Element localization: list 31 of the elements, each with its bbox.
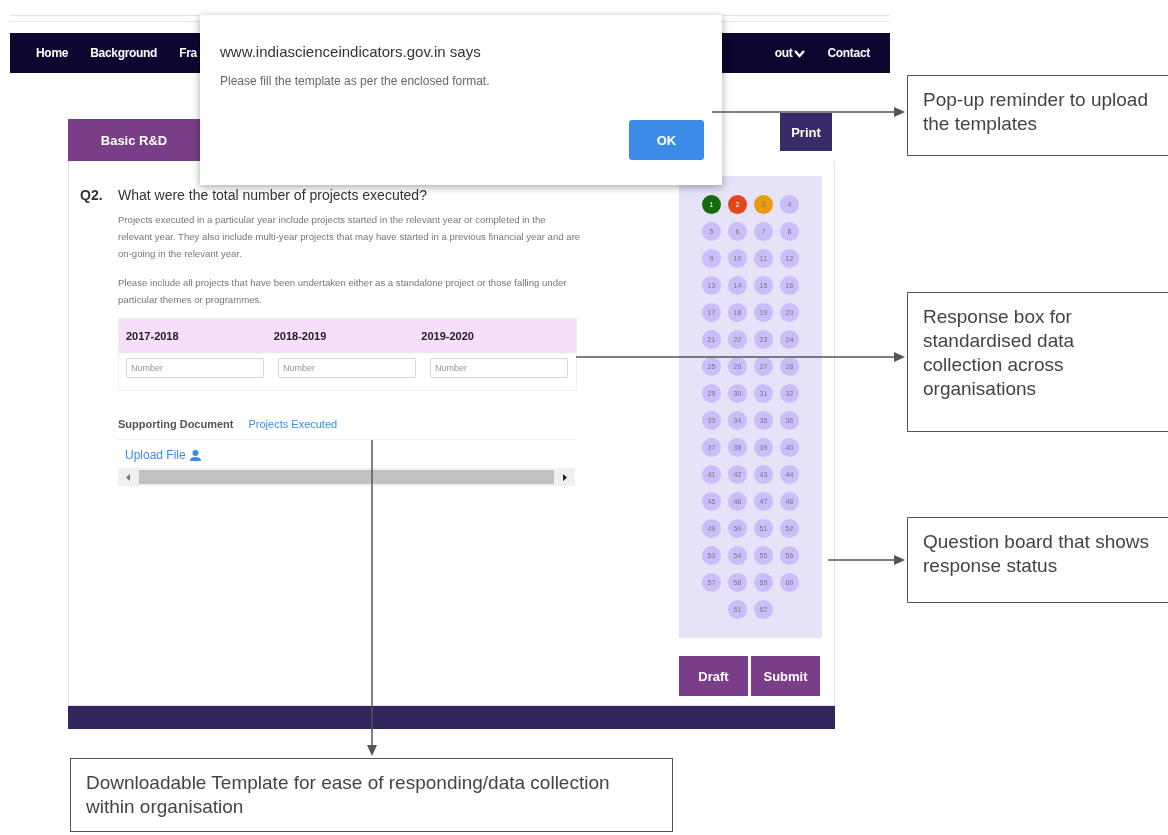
- tab[interactable]: Basic R&D: [68, 119, 200, 161]
- action-button[interactable]: Submit: [751, 656, 820, 696]
- upload-file-link[interactable]: Upload File: [125, 448, 202, 462]
- supporting-document-label: Supporting Document: [118, 418, 234, 430]
- number-input[interactable]: Number: [278, 358, 416, 378]
- template-link[interactable]: Projects Executed: [248, 418, 338, 430]
- year-header: 2017-2018: [126, 330, 180, 342]
- chevron-down-icon: [794, 48, 806, 58]
- year-header: 2018-2019: [273, 330, 328, 342]
- nav-link[interactable]: Background: [90, 46, 158, 60]
- number-input[interactable]: Number: [126, 358, 264, 378]
- question-note: Projects executed in a particular year include projects started in the relevant year or completed in the relevant year. They also include multi-year projects that may have started in a previous financial year and are on-going in the relevant year.: [118, 213, 582, 261]
- callout-text: Response box for standardised data collection across organisations: [923, 305, 1076, 401]
- year-header: 2019-2020: [421, 330, 475, 342]
- callout-text: Pop-up reminder to upload the templates: [923, 88, 1149, 136]
- dialog-title: www.indiascienceindicators.gov.in says: [220, 43, 482, 60]
- dialog-message: Please fill the template as per the enclosed format.: [220, 74, 491, 88]
- question-text: What were the total number of projects executed?: [118, 187, 428, 203]
- question-number: Q2.: [80, 187, 104, 205]
- number-input[interactable]: Number: [430, 358, 568, 378]
- ok-button[interactable]: OK: [629, 120, 704, 160]
- horizontal-scrollbar[interactable]: [118, 468, 575, 486]
- action-button[interactable]: Draft: [679, 656, 748, 696]
- nav-dropdown[interactable]: out: [774, 46, 806, 60]
- nav-link[interactable]: Home: [36, 46, 69, 60]
- nav-link[interactable]: Contact: [827, 46, 870, 60]
- nav-link[interactable]: Fra: [179, 46, 197, 60]
- print-button[interactable]: Print: [780, 113, 832, 151]
- question-note: Please include all projects that have been undertaken either as a standalone project or those falling under particular themes or programmes.: [118, 276, 568, 307]
- callout-text: Downloadable Template for ease of responding/data collection within organisation: [86, 771, 611, 819]
- callout-text: Question board that shows response status: [923, 530, 1151, 578]
